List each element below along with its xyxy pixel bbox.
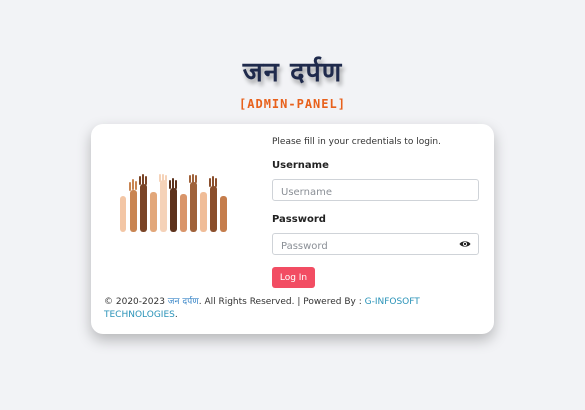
eye-icon[interactable]: [459, 239, 471, 249]
username-label: Username: [272, 160, 329, 171]
panel-subtitle: [ADMIN-PANEL]: [239, 97, 346, 111]
footer-prefix: © 2020-2023: [104, 297, 168, 307]
password-input[interactable]: [273, 236, 451, 257]
password-label: Password: [272, 214, 326, 225]
footer-brand: जन दर्पण: [167, 297, 199, 307]
login-hint: Please fill in your credentials to login…: [272, 137, 441, 147]
username-input[interactable]: [273, 182, 451, 203]
login-button[interactable]: Log In: [272, 267, 315, 288]
footer-copyright: © 2020-2023 जन दर्पण. All Rights Reserve…: [104, 296, 434, 322]
password-field: [272, 233, 479, 257]
username-field: [272, 179, 479, 203]
footer-middle: . All Rights Reserved. | Powered By :: [198, 297, 365, 307]
brand-title: जन दर्पण: [242, 57, 343, 88]
login-card: Please fill in your credentials to login…: [91, 124, 494, 334]
footer-suffix: .: [174, 310, 178, 320]
raised-hands-illustration: [120, 174, 227, 232]
